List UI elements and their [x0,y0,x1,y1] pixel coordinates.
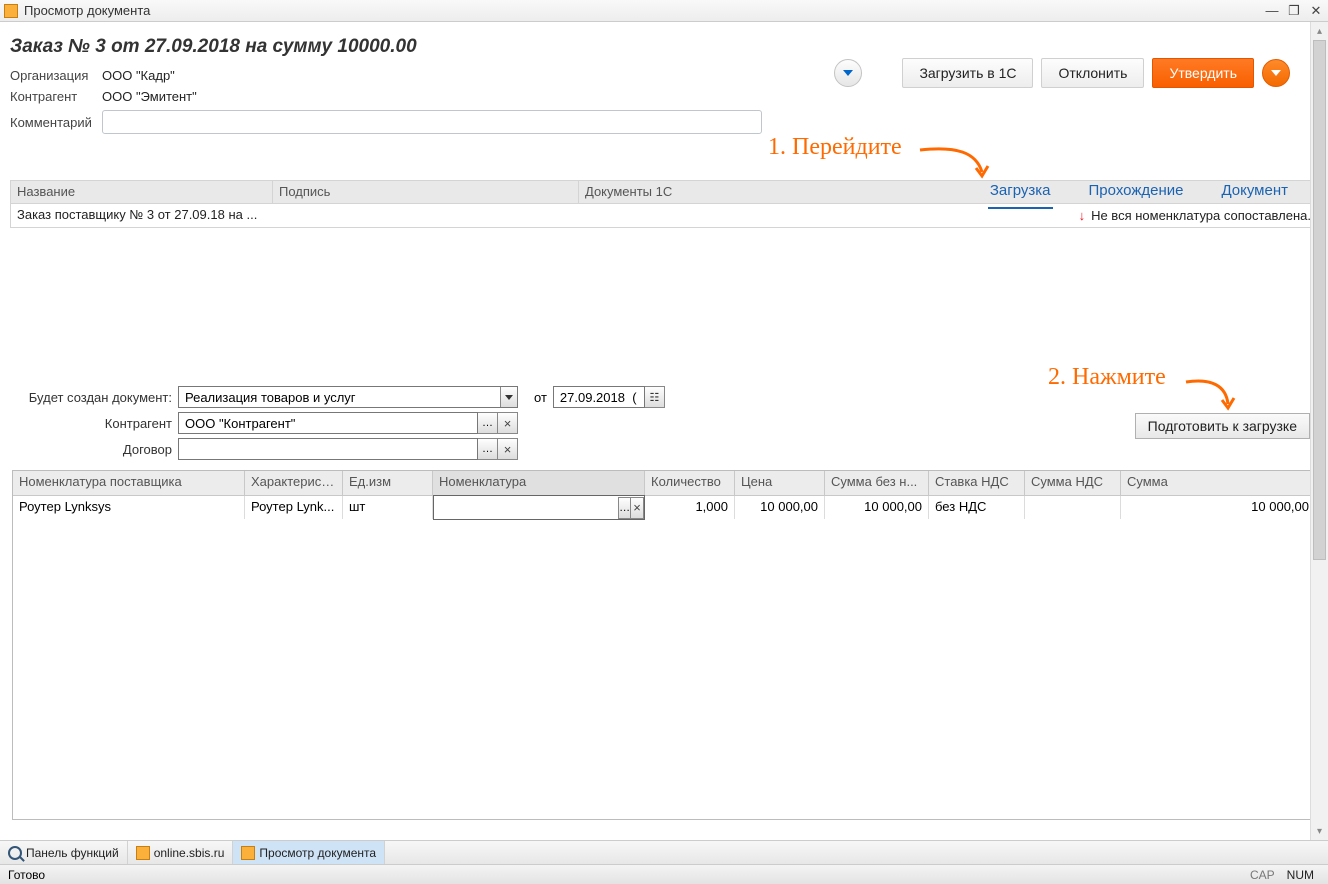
scroll-up-icon[interactable]: ▴ [1311,22,1328,40]
annotation-1: 1. Перейдите [768,134,902,161]
grid-row-name: Заказ поставщику № 3 от 27.09.18 на ... [11,204,273,227]
comment-input[interactable] [102,110,762,134]
dropdown-round-button[interactable] [834,59,862,87]
contract-clear-button[interactable] [498,438,518,460]
items-h-supplier-nom: Номенклатура поставщика [13,471,245,495]
doc-type-input[interactable] [179,387,500,407]
tab-pass[interactable]: Прохождение [1087,178,1186,209]
items-h-char: Характерист... [245,471,343,495]
counterparty-label: Контрагент [10,89,102,104]
doc-type-dropdown-icon[interactable] [500,387,517,407]
grid-row-sign [273,204,579,227]
willcreate-label: Будет создан документ: [12,390,178,405]
items-char: Роутер Lynk... [245,496,343,519]
document-title: Заказ № 3 от 27.09.2018 на сумму 10000.0… [10,36,1310,58]
from-label: от [534,390,547,405]
form-counterparty-label: Контрагент [12,416,178,431]
approve-button[interactable]: Утвердить [1152,58,1254,88]
items-h-vatsum: Сумма НДС [1025,471,1121,495]
date-input[interactable] [554,387,644,407]
items-h-unit: Ед.изм [343,471,433,495]
form-contract-select[interactable] [178,438,478,460]
window-title: Просмотр документа [24,3,1264,18]
scroll-down-icon[interactable]: ▾ [1311,822,1328,840]
items-nom-input[interactable] [434,496,618,519]
items-unit: шт [343,496,433,519]
counterparty-browse-button[interactable] [478,412,498,434]
status-bar: Готово CAP NUM [0,864,1328,884]
prepare-load-button[interactable]: Подготовить к загрузке [1135,413,1310,439]
items-h-qty: Количество [645,471,735,495]
items-h-vatrate: Ставка НДС [929,471,1025,495]
status-ready: Готово [8,868,45,882]
organization-label: Организация [10,68,102,83]
grid-header-name: Название [11,181,273,203]
form-counterparty-input[interactable] [179,413,477,433]
grid-row-status-text: Не вся номенклатура сопоставлена. [1091,208,1311,223]
sbis-icon [136,846,150,860]
reject-button[interactable]: Отклонить [1041,58,1144,88]
magnifier-icon [8,846,22,860]
warning-arrow-icon: ↓ [1079,208,1086,223]
items-sumwo: 10 000,00 [825,496,929,519]
items-h-price: Цена [735,471,825,495]
load-1c-button[interactable]: Загрузить в 1С [902,58,1033,88]
close-button[interactable]: ✕ [1308,4,1324,18]
items-nom-clear-button[interactable] [631,497,644,519]
comment-label: Комментарий [10,115,102,130]
items-h-sumwo: Сумма без н... [825,471,929,495]
title-bar: Просмотр документа — ❐ ✕ [0,0,1328,22]
items-h-nom: Номенклатура [433,471,645,495]
tab-document[interactable]: Документ [1219,178,1290,209]
items-vatrate: без НДС [929,496,1025,519]
status-cap: CAP [1244,868,1281,882]
items-h-sum: Сумма [1121,471,1315,495]
items-supplier-nom: Роутер Lynksys [13,496,245,519]
contract-browse-button[interactable] [478,438,498,460]
app-icon [4,4,18,18]
sbis-icon [241,846,255,860]
items-nom-cell [433,495,645,520]
restore-button[interactable]: ❐ [1286,4,1302,18]
items-vatsum [1025,496,1121,519]
taskbar: Панель функций online.sbis.ru Просмотр д… [0,840,1328,864]
tab-load[interactable]: Загрузка [988,178,1053,209]
form-contract-label: Договор [12,442,178,457]
form-contract-input[interactable] [179,439,477,459]
task-view-document[interactable]: Просмотр документа [233,841,385,864]
vertical-scrollbar[interactable]: ▴ ▾ [1310,22,1328,840]
items-nom-browse-button[interactable] [618,497,631,519]
date-input-wrap[interactable] [553,386,645,408]
calendar-icon[interactable]: ☷ [645,386,665,408]
organization-value: ООО "Кадр" [102,68,175,83]
items-row[interactable]: Роутер Lynksys Роутер Lynk... шт 1,000 1… [13,495,1315,519]
grid-header-sign: Подпись [273,181,579,203]
counterparty-clear-button[interactable] [498,412,518,434]
items-blank [13,519,1315,819]
status-num: NUM [1281,868,1320,882]
counterparty-value: ООО "Эмитент" [102,89,197,104]
items-price: 10 000,00 [735,496,825,519]
task-panel-functions[interactable]: Панель функций [0,841,128,864]
items-qty: 1,000 [645,496,735,519]
minimize-button[interactable]: — [1264,4,1280,18]
approve-dropdown-button[interactable] [1262,59,1290,87]
doc-type-select[interactable] [178,386,518,408]
scrollbar-thumb[interactable] [1313,40,1326,560]
task-online-sbis[interactable]: online.sbis.ru [128,841,234,864]
items-header: Номенклатура поставщика Характерист... Е… [13,471,1315,495]
items-sum: 10 000,00 [1121,496,1315,519]
form-counterparty-select[interactable] [178,412,478,434]
